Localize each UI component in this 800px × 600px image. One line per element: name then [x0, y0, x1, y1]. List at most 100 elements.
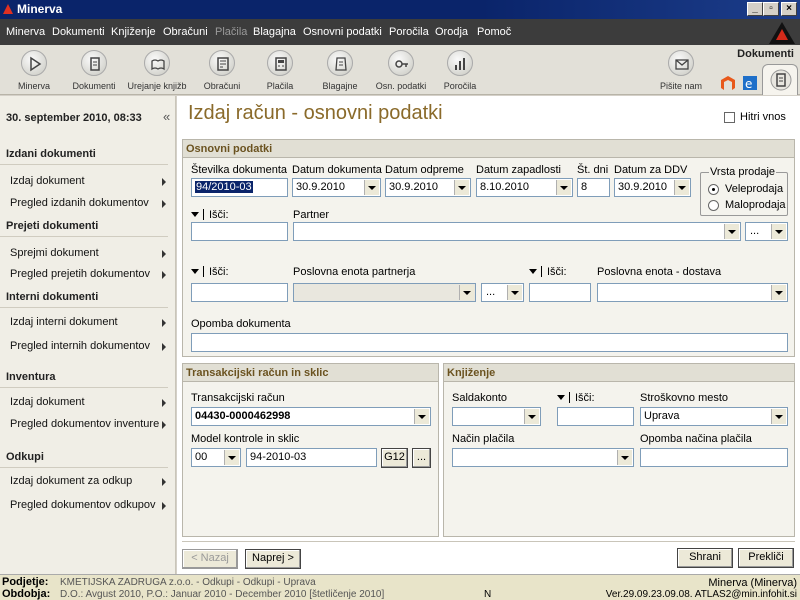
- sidebar-item-label: Izdaj dokument: [10, 175, 85, 187]
- save-button[interactable]: Shrani: [677, 548, 733, 568]
- dropdown-arrow-icon[interactable]: [507, 285, 522, 300]
- partner-select[interactable]: [293, 222, 741, 241]
- partner-more-button[interactable]: ...: [745, 222, 788, 241]
- collapse-sidebar-icon[interactable]: «: [163, 109, 170, 124]
- dropdown-arrow-icon[interactable]: [459, 285, 474, 300]
- dropdown-arrow-icon[interactable]: [364, 180, 379, 195]
- magento-icon[interactable]: [720, 75, 736, 91]
- retail-radio[interactable]: [708, 200, 719, 211]
- toolbar-dokumenti-button[interactable]: Dokumenti: [66, 47, 122, 93]
- toolbar-minerva-button[interactable]: Minerva: [8, 47, 60, 93]
- menu-placila[interactable]: Plačila: [215, 26, 247, 38]
- menu-orodja[interactable]: Orodja: [435, 26, 468, 38]
- dropdown-arrow-icon[interactable]: [724, 224, 739, 239]
- sidebar-item-pregled-prejetih[interactable]: Pregled prejetih dokumentov: [10, 268, 170, 286]
- toolbar-obracuni-button[interactable]: Obračuni: [194, 47, 250, 93]
- business-unit-search-input[interactable]: [191, 283, 288, 302]
- sidebar-item-pregled-internih[interactable]: Pregled internih dokumentov: [10, 340, 170, 358]
- next-button[interactable]: Naprej >: [245, 549, 301, 569]
- business-unit-select[interactable]: [293, 283, 476, 302]
- panel-header: Knjiženje: [444, 364, 794, 382]
- dropdown-arrow-icon[interactable]: [191, 269, 199, 274]
- toolbar-placila-button[interactable]: Plačila: [254, 47, 306, 93]
- due-date-field[interactable]: 8.10.2010: [476, 178, 573, 197]
- back-button[interactable]: < Nazaj: [182, 549, 238, 569]
- dropdown-arrow-icon[interactable]: [224, 450, 239, 465]
- due-date-label: Datum zapadlosti: [476, 164, 561, 176]
- dropdown-arrow-icon[interactable]: [529, 269, 537, 274]
- divider: [569, 392, 570, 403]
- minimize-button[interactable]: _: [747, 2, 763, 16]
- partner-label: Partner: [293, 209, 330, 221]
- business-unit-more-button[interactable]: ...: [481, 283, 524, 302]
- dropdown-arrow-icon[interactable]: [674, 180, 689, 195]
- fast-entry-checkbox[interactable]: [724, 112, 735, 123]
- business-unit-label: Poslovna enota partnerja: [293, 266, 416, 278]
- reference-more-button[interactable]: ...: [412, 448, 431, 468]
- key-icon: [388, 50, 414, 76]
- note-label: Opomba dokumenta: [191, 318, 291, 330]
- sidebar-item-pregled-izdanih[interactable]: Pregled izdanih dokumentov: [10, 197, 170, 215]
- documents-tab[interactable]: [762, 64, 798, 95]
- dropdown-arrow-icon[interactable]: [524, 409, 539, 424]
- cancel-button[interactable]: Prekliči: [738, 548, 794, 568]
- saldokonto-select[interactable]: [452, 407, 541, 426]
- menu-minerva[interactable]: Minerva: [6, 26, 45, 38]
- sidebar-item-label: Pregled prejetih dokumentov: [10, 268, 151, 280]
- model-select[interactable]: 00: [191, 448, 241, 467]
- bar-chart-icon: [447, 50, 473, 76]
- dropdown-arrow-icon[interactable]: [771, 224, 786, 239]
- dropdown-arrow-icon[interactable]: [556, 180, 571, 195]
- sidebar-item-izdaj-interni[interactable]: Izdaj interni dokument: [10, 316, 170, 334]
- close-button[interactable]: ×: [781, 2, 797, 16]
- posting-panel: Knjiženje Saldakonto Išči: Stroškovno me…: [443, 363, 795, 537]
- g12-button[interactable]: G12: [381, 448, 408, 468]
- menu-pomoc[interactable]: Pomoč: [477, 26, 511, 38]
- menu-blagajna[interactable]: Blagajna: [253, 26, 296, 38]
- sidebar-item-label: Izdaj dokument za odkup: [10, 475, 133, 487]
- account-select[interactable]: 04430-0000462998: [191, 407, 431, 426]
- calculation-icon: [209, 50, 235, 76]
- menu-dokumenti[interactable]: Dokumenti: [52, 26, 105, 38]
- dropdown-arrow-icon[interactable]: [617, 450, 632, 465]
- write-us-button[interactable]: Pišite nam: [654, 47, 708, 93]
- wholesale-radio[interactable]: [708, 184, 719, 195]
- sidebar-item-pregled-inventure[interactable]: Pregled dokumentov inventure: [10, 418, 170, 436]
- partner-search-input[interactable]: [191, 222, 288, 241]
- dropdown-arrow-icon[interactable]: [771, 285, 786, 300]
- menu-osnovni-podatki[interactable]: Osnovni podatki: [303, 26, 382, 38]
- sidebar-item-sprejmi-dokument[interactable]: Sprejmi dokument: [10, 247, 170, 265]
- days-field[interactable]: 8: [577, 178, 610, 197]
- dropdown-arrow-icon[interactable]: [771, 409, 786, 424]
- cost-center-select[interactable]: Uprava: [640, 407, 788, 426]
- ship-date-field[interactable]: 30.9.2010: [385, 178, 471, 197]
- payment-note-input[interactable]: [640, 448, 788, 467]
- toolbar-urejanje-knjizb-button[interactable]: Urejanje knjižb: [124, 47, 190, 93]
- dropdown-arrow-icon[interactable]: [557, 395, 565, 400]
- toolbar-blagajne-button[interactable]: Blagajne: [314, 47, 366, 93]
- toolbar-porocila-button[interactable]: Poročila: [436, 47, 484, 93]
- menu-obracuni[interactable]: Obračuni: [163, 26, 208, 38]
- dropdown-arrow-icon[interactable]: [191, 212, 199, 217]
- delivery-search-input[interactable]: [529, 283, 591, 302]
- dropdown-arrow-icon[interactable]: [454, 180, 469, 195]
- payment-method-select[interactable]: [452, 448, 634, 467]
- menu-porocila[interactable]: Poročila: [389, 26, 429, 38]
- document-note-input[interactable]: [191, 333, 788, 352]
- doc-number-field[interactable]: 94/2010-03: [191, 178, 288, 197]
- doc-date-field[interactable]: 30.9.2010: [292, 178, 381, 197]
- sidebar-item-izdaj-inventura[interactable]: Izdaj dokument: [10, 396, 170, 414]
- maximize-button[interactable]: ▫: [763, 2, 779, 16]
- sidebar-item-izdaj-dokument[interactable]: Izdaj dokument: [10, 175, 170, 193]
- toolbar-osn-podatki-button[interactable]: Osn. podatki: [370, 47, 432, 93]
- toolbar-label: Pišite nam: [659, 81, 703, 91]
- sidebar-item-pregled-odkupov[interactable]: Pregled dokumentov odkupov: [10, 499, 170, 517]
- menu-knjizenje[interactable]: Knjiženje: [111, 26, 156, 38]
- sidebar-item-izdaj-odkup[interactable]: Izdaj dokument za odkup: [10, 475, 170, 493]
- ie-icon[interactable]: e: [742, 75, 758, 91]
- reference-input[interactable]: 94-2010-03: [246, 448, 377, 467]
- saldokonto-search-input[interactable]: [557, 407, 634, 426]
- delivery-unit-select[interactable]: [597, 283, 788, 302]
- vat-date-field[interactable]: 30.9.2010: [614, 178, 691, 197]
- dropdown-arrow-icon[interactable]: [414, 409, 429, 424]
